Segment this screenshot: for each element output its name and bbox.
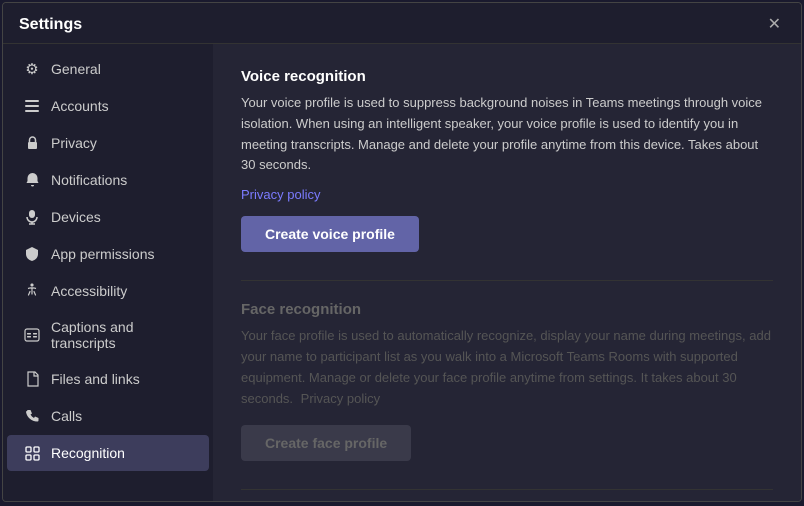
face-privacy-link: Privacy policy	[301, 391, 380, 406]
sidebar-item-label: Captions and transcripts	[51, 319, 193, 351]
face-recognition-section: Face recognition Your face profile is us…	[241, 301, 773, 461]
sidebar-item-label: General	[51, 61, 101, 77]
voice-recognition-title: Voice recognition	[241, 68, 773, 85]
accounts-icon	[23, 97, 41, 115]
sidebar-item-label: Notifications	[51, 172, 127, 188]
sidebar-item-label: App permissions	[51, 246, 155, 262]
gear-icon: ⚙	[23, 60, 41, 78]
captions-icon	[23, 326, 41, 344]
window-title: Settings	[19, 16, 82, 34]
close-button[interactable]: ✕	[764, 15, 785, 35]
sidebar-item-files-links[interactable]: Files and links	[7, 361, 209, 397]
sidebar-item-label: Files and links	[51, 371, 140, 387]
voice-recognition-section: Voice recognition Your voice profile is …	[241, 68, 773, 252]
section-divider-2	[241, 489, 773, 490]
file-icon	[23, 370, 41, 388]
voice-recognition-desc: Your voice profile is used to suppress b…	[241, 93, 773, 176]
voice-privacy-link[interactable]: Privacy policy	[241, 187, 320, 202]
create-voice-profile-button[interactable]: Create voice profile	[241, 216, 419, 252]
sidebar-item-label: Devices	[51, 209, 101, 225]
create-face-profile-button: Create face profile	[241, 425, 411, 461]
sidebar-item-privacy[interactable]: Privacy	[7, 125, 209, 161]
mic-icon	[23, 208, 41, 226]
sidebar-item-label: Recognition	[51, 445, 125, 461]
settings-window: Settings ✕ ⚙ General Accounts	[2, 2, 802, 502]
sidebar-item-captions[interactable]: Captions and transcripts	[7, 310, 209, 360]
lock-icon	[23, 134, 41, 152]
face-recognition-desc: Your face profile is used to automatical…	[241, 326, 773, 409]
content-area: ⚙ General Accounts	[3, 44, 801, 501]
sidebar-item-devices[interactable]: Devices	[7, 199, 209, 235]
sidebar-item-notifications[interactable]: Notifications	[7, 162, 209, 198]
title-bar: Settings ✕	[3, 3, 801, 44]
section-divider	[241, 280, 773, 281]
sidebar-item-label: Privacy	[51, 135, 97, 151]
shield-icon	[23, 245, 41, 263]
sidebar-item-recognition[interactable]: Recognition	[7, 435, 209, 471]
phone-icon	[23, 407, 41, 425]
sidebar-item-accessibility[interactable]: Accessibility	[7, 273, 209, 309]
sidebar-item-app-permissions[interactable]: App permissions	[7, 236, 209, 272]
sidebar: ⚙ General Accounts	[3, 44, 213, 501]
bell-icon	[23, 171, 41, 189]
sidebar-item-general[interactable]: ⚙ General	[7, 51, 209, 87]
sidebar-item-label: Calls	[51, 408, 82, 424]
sidebar-item-label: Accessibility	[51, 283, 127, 299]
sidebar-item-label: Accounts	[51, 98, 109, 114]
main-panel: Voice recognition Your voice profile is …	[213, 44, 801, 501]
face-recognition-title: Face recognition	[241, 301, 773, 318]
sidebar-item-accounts[interactable]: Accounts	[7, 88, 209, 124]
recognition-icon	[23, 444, 41, 462]
accessibility-icon	[23, 282, 41, 300]
sidebar-item-calls[interactable]: Calls	[7, 398, 209, 434]
